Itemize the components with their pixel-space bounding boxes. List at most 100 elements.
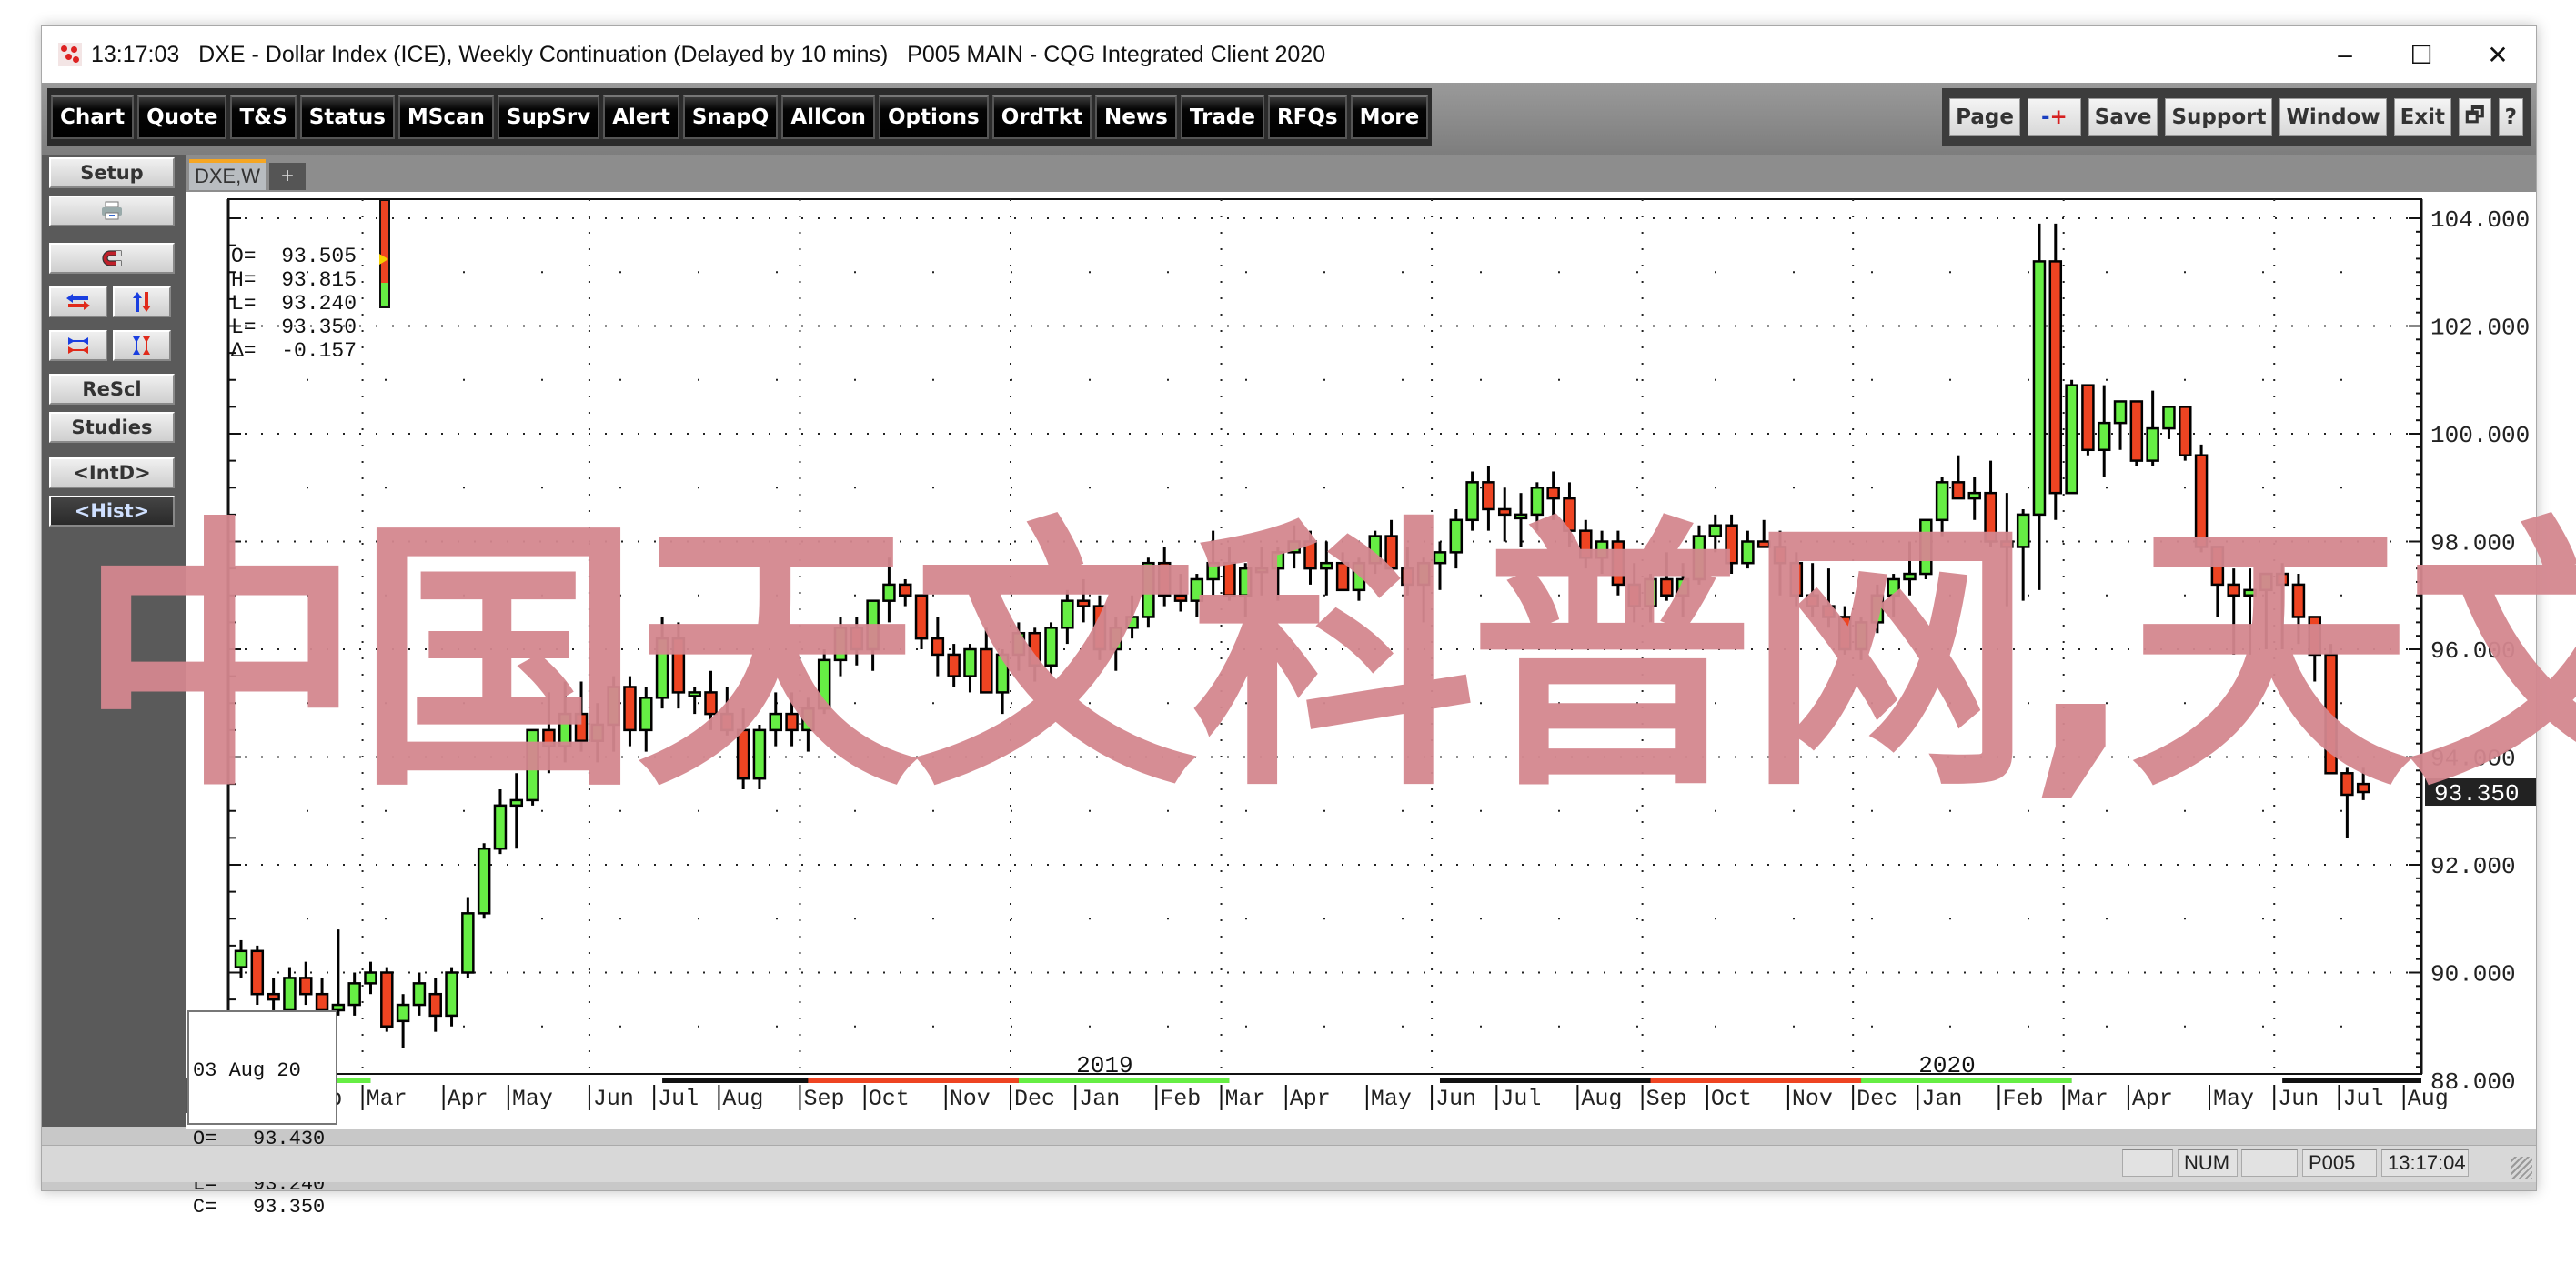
month-label: May [2213,1086,2254,1112]
toolbar-button-chart[interactable]: Chart [51,95,135,139]
candle-down [315,992,329,1012]
toolbar-button-rfqs[interactable]: RFQs [1267,95,1347,139]
restore-window-button[interactable]: 🗗 [2459,98,2491,136]
quote-line: O= 93.505 [231,245,357,268]
quote-label: H= [231,268,257,292]
month-label: Aug [2408,1086,2449,1112]
save-button[interactable]: Save [2088,98,2158,136]
month-label: Mar [2068,1086,2108,1112]
candle-down [1838,616,1852,651]
candle-up [1368,535,1382,565]
cursor-date: 03 Aug 20 [193,1059,301,1082]
magnet-button[interactable] [49,243,175,274]
month-label: Nov [1792,1086,1833,1112]
cursor-label: C= [193,1196,217,1219]
compress-horizontal-button[interactable] [49,330,107,361]
rescale-button[interactable]: ReScl [49,374,175,405]
candle-down [2194,454,2209,548]
candle-up [526,728,539,802]
candle-down [1303,540,1317,570]
page-button[interactable]: Page [1949,98,2020,136]
resize-grip-icon[interactable] [2511,1157,2532,1179]
candle-up [1595,540,1609,559]
month-label: Apr [2132,1086,2173,1112]
support-button[interactable]: Support [2165,98,2273,136]
intraday-button[interactable]: <IntD> [49,457,175,488]
toolbar-button-quote[interactable]: Quote [137,95,227,139]
candle-down [671,637,686,694]
y-tick-label: 96.000 [2430,637,2516,665]
app-button-bar: Chart Quote T&S Status MScan SupSrv Alert SnapQ… [47,88,1433,146]
scroll-vertical-button[interactable] [113,286,171,317]
tab-dxe-weekly[interactable]: DXE,W [189,159,266,190]
scroll-horizontal-button[interactable] [49,286,107,317]
month-label: Oct [869,1086,910,1112]
candle-up [1919,518,1933,576]
window-button[interactable]: Window [2279,98,2387,136]
toolbar-button-alert[interactable]: Alert [603,95,679,139]
help-button[interactable]: ? [2498,98,2523,136]
y-tick-label: 92.000 [2430,853,2516,880]
quote-value: 93.240 [256,292,357,316]
quote-line: L= 93.350 [231,316,357,339]
quote-value: 93.505 [256,245,357,268]
toolbar-button-mscan[interactable]: MScan [397,95,494,139]
toolbar-button-t-s[interactable]: T&S [230,95,297,139]
quote-value: 93.350 [256,316,357,339]
candle-down [1173,594,1188,602]
candle-down [1546,487,1560,500]
studies-button[interactable]: Studies [49,412,175,443]
candle-down [1384,535,1398,570]
quote-label: O= [231,245,257,268]
month-label: Jan [1921,1086,1962,1112]
toolbar-button-status[interactable]: Status [299,95,395,139]
toolbar-button-more[interactable]: More [1350,95,1429,139]
candle-up [477,847,491,915]
toolbar-button-allcon[interactable]: AllCon [781,95,875,139]
toolbar-button-snapq[interactable]: SnapQ [682,95,779,139]
help-icon: ? [2504,105,2517,129]
price-position-bar [379,199,390,308]
candle-up [1967,491,1981,500]
compress-horizontal-icon [68,337,88,354]
compress-vertical-button[interactable] [113,330,171,361]
toolbar-button-ordtkt[interactable]: OrdTkt [991,95,1092,139]
exit-button[interactable]: Exit [2393,98,2452,136]
candle-down [2356,782,2370,794]
zoom-minus-plus-button[interactable]: - + [2027,98,2081,136]
candle-up [445,971,458,1018]
candle-up [1320,561,1333,570]
month-label: Apr [448,1086,488,1112]
time-strip-segment [1650,1078,1862,1083]
y-tick-label: 98.000 [2430,530,2516,557]
quote-label: L= [231,292,257,316]
toolbar-button-news[interactable]: News [1095,95,1177,139]
maximize-button[interactable]: ☐ [2383,26,2460,83]
toolbar-button-supsrv[interactable]: SupSrv [497,95,600,139]
minimize-button[interactable]: – [2307,26,2383,83]
candle-down [1984,491,1997,543]
print-button[interactable] [49,196,175,226]
candle-down [1482,481,1495,511]
minus-icon: - [2040,105,2050,129]
toolbar-button-trade[interactable]: Trade [1180,95,1264,139]
candle-up [1271,551,1285,570]
candle-down [298,977,313,996]
quote-line: Δ= -0.157 [231,339,357,363]
close-button[interactable]: ✕ [2460,26,2536,83]
toolbar-button-options[interactable]: Options [878,95,989,139]
candlestick-chart[interactable]: 104.000 102.000 100.000 98.000 96.000 94.000 9… [186,192,2536,1129]
candle-down [1028,631,1041,667]
candle-down [931,637,945,657]
add-tab-button[interactable]: + [269,163,306,190]
historical-button[interactable]: <Hist> [49,496,175,527]
candle-down [1157,561,1172,597]
candle-up [866,599,880,651]
candle-up [817,658,831,710]
chart-area[interactable]: 104.000 102.000 100.000 98.000 96.000 94.000 9… [186,192,2536,1219]
candle-up [607,686,620,727]
candle-up [1935,481,1949,522]
candle-up [1433,551,1447,565]
setup-button[interactable]: Setup [49,157,175,188]
main-toolbar: Chart Quote T&S Status MScan SupSrv Alert SnapQ… [42,83,2536,155]
